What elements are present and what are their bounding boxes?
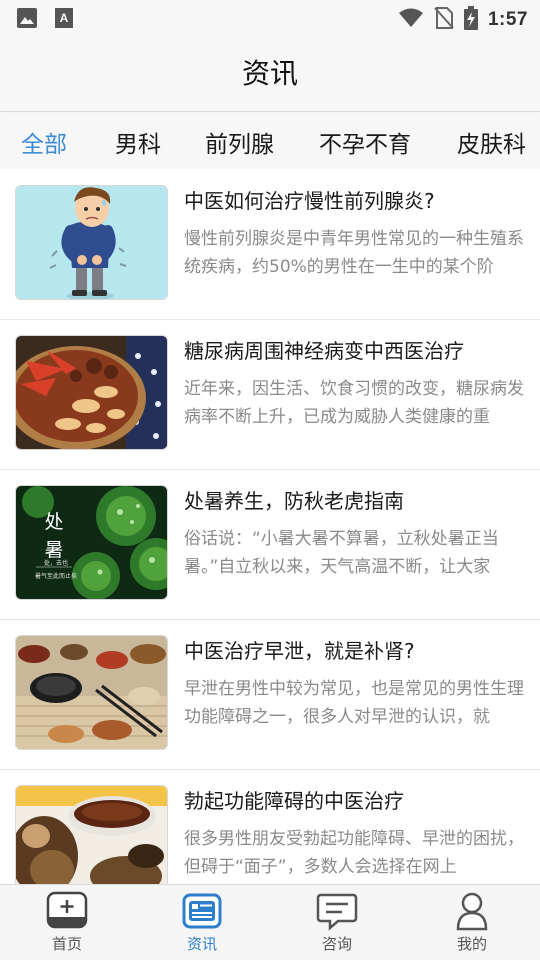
nav-home-label: 首页 <box>51 935 82 953</box>
person-icon <box>451 891 493 931</box>
image-icon <box>16 7 38 33</box>
tab-prostate[interactable]: 前列腺 <box>205 125 274 159</box>
article-title: 勃起功能障碍的中医治疗 <box>184 789 404 813</box>
article-summary: 近年来，因生活、饮食习惯的改变，糖尿病发病率不断上升，已成为威胁人类健康的重 <box>184 379 524 427</box>
article-title: 中医如何治疗慢性前列腺炎? <box>184 189 435 213</box>
article-summary: 早泄在男性中较为常见，也是常见的男性生理功能障碍之一，很多人对早泄的认识，就 <box>184 679 524 727</box>
nav-me-label: 我的 <box>456 935 487 953</box>
article-summary: 俗话说：“小暑大暑不算暑，立秋处暑正当暑。”自立秋以来，天气高温不断，让大家 <box>184 529 499 577</box>
article-summary: 很多男性朋友受勃起功能障碍、早泄的困扰，但碍于“面子”，多数人会选择在网上 <box>184 829 524 877</box>
status-time: 1:57 <box>487 9 528 30</box>
nav-consult-label: 咨询 <box>321 935 352 953</box>
nav-consult[interactable]: 咨询 <box>292 885 382 961</box>
leaves-with-dew-photo: 处 暑 处，去也 暑气至此而止矣 <box>15 485 168 600</box>
article-item[interactable]: 中医如何治疗慢性前列腺炎? 慢性前列腺炎是中青年男性常见的一种生殖系统疾病，约5… <box>0 170 540 320</box>
thumb-title-char-1: 处 <box>44 511 63 533</box>
article-summary: 慢性前列腺炎是中青年男性常见的一种生殖系统疾病，约50%的男性在一生中的某个阶 <box>184 229 524 277</box>
herbal-medicine-photo <box>15 335 168 450</box>
sick-man-illustration <box>15 185 168 300</box>
article-title: 处暑养生，防秋老虎指南 <box>184 489 404 513</box>
category-tabs: 全部 男科 前列腺 不孕不育 皮肤科 <box>0 113 540 169</box>
article-item[interactable]: 糖尿病周围神经病变中西医治疗 近年来，因生活、饮食习惯的改变，糖尿病发病率不断上… <box>0 320 540 470</box>
nav-news[interactable]: 资讯 <box>157 885 247 961</box>
nav-me[interactable]: 我的 <box>427 885 517 961</box>
article-title: 糖尿病周围神经病变中西医治疗 <box>184 339 464 363</box>
nav-news-label: 资讯 <box>186 935 217 953</box>
home-plus-icon <box>46 891 88 931</box>
tab-andrology[interactable]: 男科 <box>115 125 161 159</box>
article-item[interactable]: 处 暑 处，去也 暑气至此而止矣 处暑养生，防秋老虎指南 俗话说：“小暑大暑不算… <box>0 470 540 620</box>
font-icon: A <box>54 7 74 33</box>
thumb-title-char-2: 暑 <box>44 539 63 561</box>
bottom-nav: 首页 资讯 咨询 我的 <box>0 884 540 960</box>
nav-home[interactable]: 首页 <box>22 885 112 961</box>
tab-all[interactable]: 全部 <box>21 125 67 159</box>
no-sim-icon <box>434 6 454 34</box>
tab-dermatology[interactable]: 皮肤科 <box>457 125 526 159</box>
article-item[interactable]: 中医治疗早泄，就是补肾? 早泄在男性中较为常见，也是常见的男性生理功能障碍之一，… <box>0 620 540 770</box>
app-bar: 资讯 <box>0 36 540 112</box>
wifi-icon <box>398 7 424 33</box>
article-title: 中医治疗早泄，就是补肾? <box>184 639 415 663</box>
page-title: 资讯 <box>241 57 298 90</box>
thumb-caption: 处，去也 <box>44 559 68 567</box>
article-list: 中医如何治疗慢性前列腺炎? 慢性前列腺炎是中青年男性常见的一种生殖系统疾病，约5… <box>0 170 540 920</box>
thumb-subcaption: 暑气至此而止矣 <box>35 572 77 580</box>
herbs-table-photo <box>15 635 168 750</box>
svg-text:A: A <box>60 11 69 25</box>
herbal-tea-photo <box>15 785 168 900</box>
battery-charging-icon <box>463 6 478 34</box>
news-icon <box>181 891 223 931</box>
tab-infertility[interactable]: 不孕不育 <box>319 125 411 159</box>
status-bar: A 1:57 <box>0 0 540 36</box>
chat-icon <box>316 891 358 931</box>
